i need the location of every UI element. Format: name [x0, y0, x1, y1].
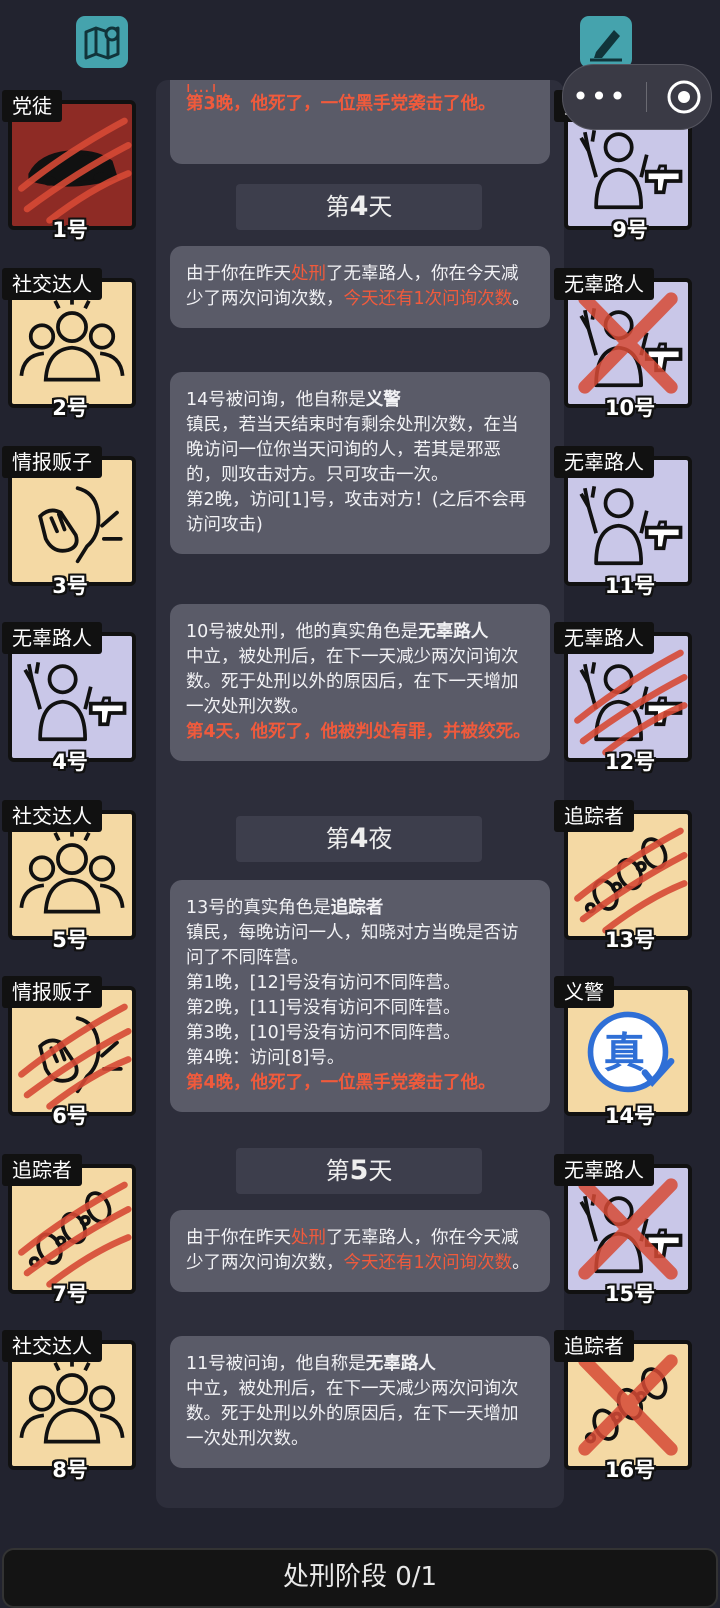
- player-card-12[interactable]: 无辜路人 12号: [554, 622, 698, 774]
- night-header: 第4夜: [236, 816, 482, 862]
- day-header: 第4天: [236, 184, 482, 230]
- log-message: 11号被问询，他自称是无辜路人 中立，被处刑后，在下一天减少两次问询次数。死于处…: [170, 1336, 550, 1468]
- player-role-label: 追踪者: [554, 800, 634, 832]
- player-number: 1号: [52, 218, 88, 242]
- player-role-label: 情报贩子: [2, 446, 102, 478]
- player-card-11[interactable]: 无辜路人 11号: [554, 446, 698, 598]
- player-card-4[interactable]: 无辜路人 4号: [2, 622, 138, 774]
- player-number: 9号: [612, 218, 648, 242]
- hands-up-gun-icon: [578, 1178, 683, 1280]
- player-card-15[interactable]: 无辜路人 15号: [554, 1154, 698, 1306]
- car-icon: [18, 117, 132, 224]
- player-number: 14号: [604, 1104, 656, 1128]
- hands-up-gun-icon: [578, 292, 683, 394]
- player-number: 13号: [604, 928, 656, 952]
- log-message: 10号被处刑，他的真实角色是无辜路人 中立，被处刑后，在下一天减少两次问询次数。…: [170, 604, 550, 761]
- pen-icon: [590, 30, 622, 62]
- player-number: 4号: [52, 750, 88, 774]
- player-role-label: 无辜路人: [2, 622, 102, 654]
- player-number: 16号: [604, 1458, 656, 1482]
- verified-badge-icon: 真: [587, 1011, 675, 1093]
- player-number: 10号: [604, 396, 656, 420]
- map-button[interactable]: [76, 16, 128, 68]
- player-role-label: 情报贩子: [2, 976, 102, 1008]
- player-role-label: 无辜路人: [554, 1154, 654, 1186]
- footprints-icon: [574, 827, 688, 934]
- execution-phase-button[interactable]: 处刑阶段 0/1: [2, 1548, 718, 1608]
- footprints-icon: [578, 1354, 678, 1456]
- player-role-label: 无辜路人: [554, 446, 654, 478]
- mini-program-capsule: •••: [562, 64, 712, 130]
- svg-text:真: 真: [604, 1029, 645, 1077]
- log-message: [...] 第3晚，他死了，一位黑手党袭击了他。: [170, 80, 550, 164]
- player-number: 8号: [52, 1458, 88, 1482]
- player-card-10[interactable]: 无辜路人 10号: [554, 268, 698, 420]
- player-role-label: 社交达人: [2, 268, 102, 300]
- player-number: 12号: [604, 750, 656, 774]
- target-circle-icon[interactable]: [666, 79, 702, 115]
- log-message: 由于你在昨天处刑了无辜路人，你在今天减少了两次问询次数，今天还有1次问询次数。: [170, 246, 550, 328]
- player-number: 7号: [52, 1282, 88, 1306]
- log-message: 14号被问询，他自称是义警 镇民，若当天结束时有剩余处刑次数，在当晚访问一位你当…: [170, 372, 550, 554]
- player-card-6[interactable]: 情报贩子 6号: [2, 976, 138, 1128]
- player-number: 15号: [604, 1282, 656, 1306]
- game-log[interactable]: [...] 第3晚，他死了，一位黑手党袭击了他。 第4天 由于你在昨天处刑了无辜…: [156, 80, 564, 1508]
- hands-up-gun-icon: [574, 649, 688, 756]
- log-message: 由于你在昨天处刑了无辜路人，你在今天减少了两次问询次数，今天还有1次问询次数。: [170, 1210, 550, 1292]
- player-number: 11号: [604, 574, 656, 598]
- player-role-label: 追踪者: [2, 1154, 82, 1186]
- player-card-5[interactable]: 社交达人 5号: [2, 800, 138, 952]
- player-role-label: 社交达人: [2, 800, 102, 832]
- capsule-divider: [646, 82, 648, 112]
- hands-up-gun-icon: [579, 486, 683, 566]
- player-role-label: 义警: [554, 976, 614, 1008]
- player-role-label: 社交达人: [2, 1330, 102, 1362]
- crowd-icon: [19, 829, 125, 914]
- player-card-2[interactable]: 社交达人 2号: [2, 268, 138, 420]
- hands-up-gun-icon: [23, 662, 127, 742]
- more-options-button[interactable]: •••: [572, 83, 628, 111]
- log-message: 13号的真实角色是追踪者 镇民，每晚访问一人，知晓对方当晚是否访问了不同阵营。 …: [170, 880, 550, 1112]
- player-card-3[interactable]: 情报贩子 3号: [2, 446, 138, 598]
- player-role-label: 无辜路人: [554, 268, 654, 300]
- player-card-1[interactable]: 党徒 1号: [2, 90, 138, 242]
- truncated-text: [...]: [186, 84, 534, 92]
- player-card-16[interactable]: 追踪者 16号: [554, 1330, 698, 1482]
- player-number: 6号: [52, 1104, 88, 1128]
- player-role-label: 无辜路人: [554, 622, 654, 654]
- day-header: 第5天: [236, 1148, 482, 1194]
- whisper-icon: [18, 1003, 132, 1110]
- player-card-7[interactable]: 追踪者 7号: [2, 1154, 138, 1306]
- player-card-14[interactable]: 真 义警 14号: [554, 976, 698, 1128]
- player-role-label: 追踪者: [554, 1330, 634, 1362]
- crowd-icon: [19, 297, 125, 382]
- player-number: 3号: [52, 574, 88, 598]
- player-number: 2号: [52, 396, 88, 420]
- execution-phase-label: 处刑阶段 0/1: [282, 1562, 438, 1592]
- whisper-icon: [38, 486, 123, 564]
- footprints-icon: [18, 1181, 132, 1288]
- player-card-8[interactable]: 社交达人 8号: [2, 1330, 138, 1482]
- player-role-label: 党徒: [2, 90, 62, 122]
- player-card-13[interactable]: 追踪者 13号: [554, 800, 698, 952]
- notes-button[interactable]: [580, 16, 632, 68]
- crowd-icon: [19, 1359, 125, 1444]
- death-text: 第3晚，他死了，一位黑手党袭击了他。: [186, 94, 496, 114]
- player-number: 5号: [52, 928, 88, 952]
- map-pin-icon: [84, 26, 120, 60]
